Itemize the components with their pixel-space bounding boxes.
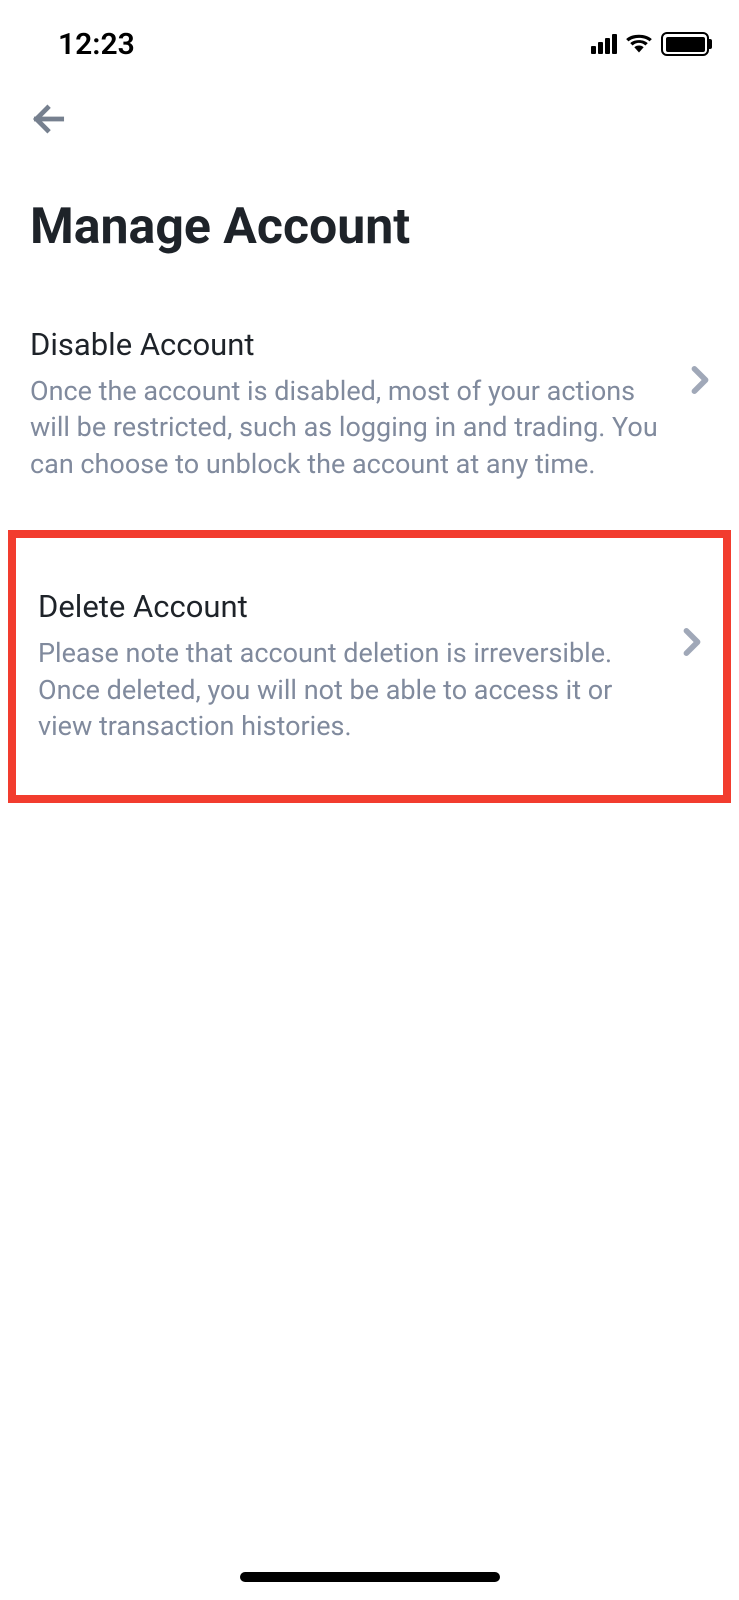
- cellular-signal-icon: [591, 34, 617, 54]
- home-indicator[interactable]: [240, 1572, 500, 1582]
- menu-item-title: Delete Account: [38, 588, 663, 625]
- status-icons: [591, 31, 709, 57]
- page-title: Manage Account: [0, 158, 739, 306]
- back-button[interactable]: [30, 100, 68, 138]
- delete-account-item[interactable]: Delete Account Please note that account …: [16, 568, 723, 764]
- battery-icon: [661, 32, 709, 56]
- status-time: 12:23: [30, 27, 135, 62]
- menu-item-content: Delete Account Please note that account …: [38, 588, 683, 744]
- menu-item-description: Please note that account deletion is irr…: [38, 635, 663, 744]
- chevron-right-icon: [691, 366, 709, 398]
- disable-account-item[interactable]: Disable Account Once the account is disa…: [0, 306, 739, 522]
- menu-item-title: Disable Account: [30, 326, 671, 363]
- menu-item-description: Once the account is disabled, most of yo…: [30, 373, 671, 482]
- highlight-box: Delete Account Please note that account …: [8, 530, 731, 802]
- menu-item-content: Disable Account Once the account is disa…: [30, 326, 691, 482]
- status-bar: 12:23: [0, 0, 739, 70]
- navigation-bar: [0, 70, 739, 158]
- wifi-icon: [625, 31, 653, 57]
- chevron-right-icon: [683, 628, 701, 660]
